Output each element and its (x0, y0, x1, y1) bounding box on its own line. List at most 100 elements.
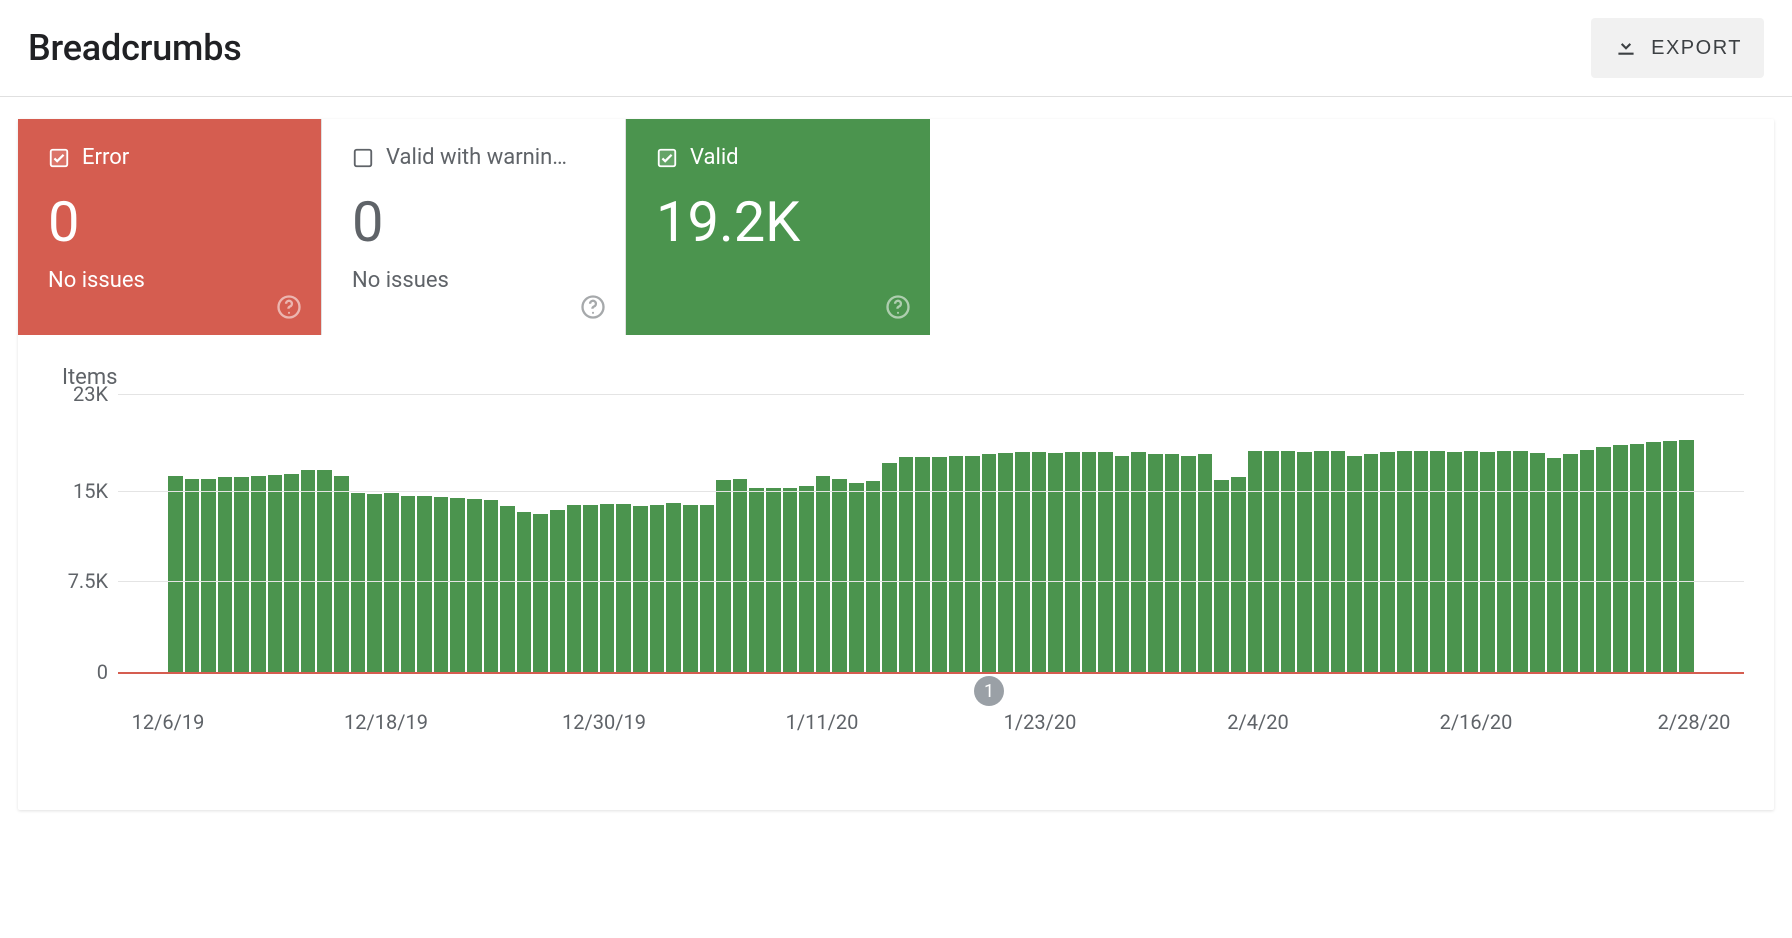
chart-bar (600, 504, 615, 672)
chart-bar (1679, 440, 1694, 672)
help-icon[interactable] (884, 293, 912, 321)
chart-bar (168, 476, 183, 672)
chart-bar (185, 479, 200, 672)
chart-bar (1596, 447, 1611, 672)
chart-bar (1530, 453, 1545, 672)
chart-bar (998, 453, 1013, 672)
chart-bar (301, 470, 316, 672)
report-panel: Error 0 No issues Valid with warnin… 0 N… (18, 119, 1774, 810)
chart-bar (1148, 454, 1163, 672)
status-card-valid[interactable]: Valid 19.2K (626, 119, 930, 335)
chart-gridline (118, 491, 1744, 492)
chart-bar (1464, 451, 1479, 672)
chart-bar (849, 483, 864, 672)
chart-bar (234, 477, 249, 672)
chart-bar (666, 503, 681, 672)
chart-bar (1347, 456, 1362, 672)
chart-y-axis-title: Items (62, 365, 1744, 390)
chart-bar (1447, 452, 1462, 672)
chart-bar (417, 496, 432, 672)
chart-bar (484, 500, 499, 672)
chart-bar (716, 480, 731, 672)
checkbox-checked-icon (48, 147, 70, 169)
chart-bar (1165, 454, 1180, 672)
chart-bar (284, 474, 299, 672)
chart-bar (201, 479, 216, 672)
chart-bar (1314, 451, 1329, 672)
chart-bar (949, 456, 964, 672)
export-button[interactable]: EXPORT (1591, 18, 1764, 78)
chart-bar (317, 470, 332, 672)
chart-x-tick: 12/6/19 (132, 710, 205, 734)
checkbox-unchecked-icon (352, 147, 374, 169)
chart-bar (1430, 451, 1445, 672)
chart-bar (467, 499, 482, 672)
help-icon[interactable] (275, 293, 303, 321)
chart-bar (899, 457, 914, 672)
chart-bar (567, 505, 582, 672)
chart-bar (1513, 451, 1528, 672)
chart-bar (1231, 477, 1246, 672)
export-label: EXPORT (1651, 37, 1742, 60)
card-error-value: 0 (48, 194, 291, 250)
chart-bar (799, 486, 814, 672)
chart-bar (334, 476, 349, 672)
card-error-sub: No issues (48, 268, 291, 293)
chart-bar (1563, 454, 1578, 672)
chart-bar (550, 510, 565, 672)
chart-y-tick: 0 (48, 660, 108, 684)
chart-bar (982, 454, 997, 672)
chart-bar (1248, 451, 1263, 672)
chart-y-tick: 15K (48, 479, 108, 503)
chart-bar (500, 506, 515, 672)
card-valid-label: Valid (690, 145, 739, 170)
chart-y-tick: 7.5K (48, 569, 108, 593)
chart-bar (351, 493, 366, 672)
chart-bar (1380, 452, 1395, 672)
card-valid-value: 19.2K (656, 194, 900, 250)
status-card-error[interactable]: Error 0 No issues (18, 119, 322, 335)
chart-bar (1613, 445, 1628, 672)
chart-bar (1198, 454, 1213, 672)
chart-x-tick: 1/23/20 (1004, 710, 1077, 734)
chart-bar (700, 505, 715, 672)
chart-bar (1115, 456, 1130, 672)
card-warning-label: Valid with warnin… (386, 145, 567, 170)
chart-gridline (118, 394, 1744, 395)
checkbox-checked-icon (656, 147, 678, 169)
chart-bar (367, 494, 382, 672)
chart-bar (1480, 452, 1495, 672)
card-warning-value: 0 (352, 194, 595, 250)
chart-bar (1397, 451, 1412, 672)
chart-x-tick: 2/28/20 (1658, 710, 1731, 734)
bar-chart: 1 23K15K7.5K0 12/6/1912/18/1912/30/191/1… (48, 394, 1744, 780)
card-error-label: Error (82, 145, 129, 170)
chart-bar (1646, 442, 1661, 672)
chart-annotation-marker[interactable]: 1 (974, 676, 1004, 706)
help-icon[interactable] (579, 293, 607, 321)
status-card-warning[interactable]: Valid with warnin… 0 No issues (322, 119, 626, 335)
chart-bar (1364, 454, 1379, 672)
chart-bar (683, 505, 698, 672)
chart-bar (251, 476, 266, 672)
chart-y-tick: 23K (48, 382, 108, 406)
chart-x-tick: 1/11/20 (786, 710, 859, 734)
chart-x-tick: 12/30/19 (562, 710, 646, 734)
chart-bar (965, 456, 980, 672)
chart-bar (633, 506, 648, 672)
chart-bar (533, 514, 548, 672)
page-title: Breadcrumbs (28, 27, 242, 69)
chart-bar (1663, 441, 1678, 672)
chart-bar (882, 463, 897, 672)
chart-x-tick: 12/18/19 (344, 710, 428, 734)
chart-bar (1497, 451, 1512, 672)
download-icon (1613, 32, 1639, 64)
chart-x-tick: 2/16/20 (1440, 710, 1513, 734)
chart-bar (1032, 452, 1047, 672)
chart-gridline (118, 581, 1744, 582)
chart-bar (932, 457, 947, 672)
chart-bar (866, 481, 881, 672)
chart-bar (1580, 450, 1595, 672)
chart-bar (1297, 452, 1312, 672)
chart-bar (816, 476, 831, 672)
